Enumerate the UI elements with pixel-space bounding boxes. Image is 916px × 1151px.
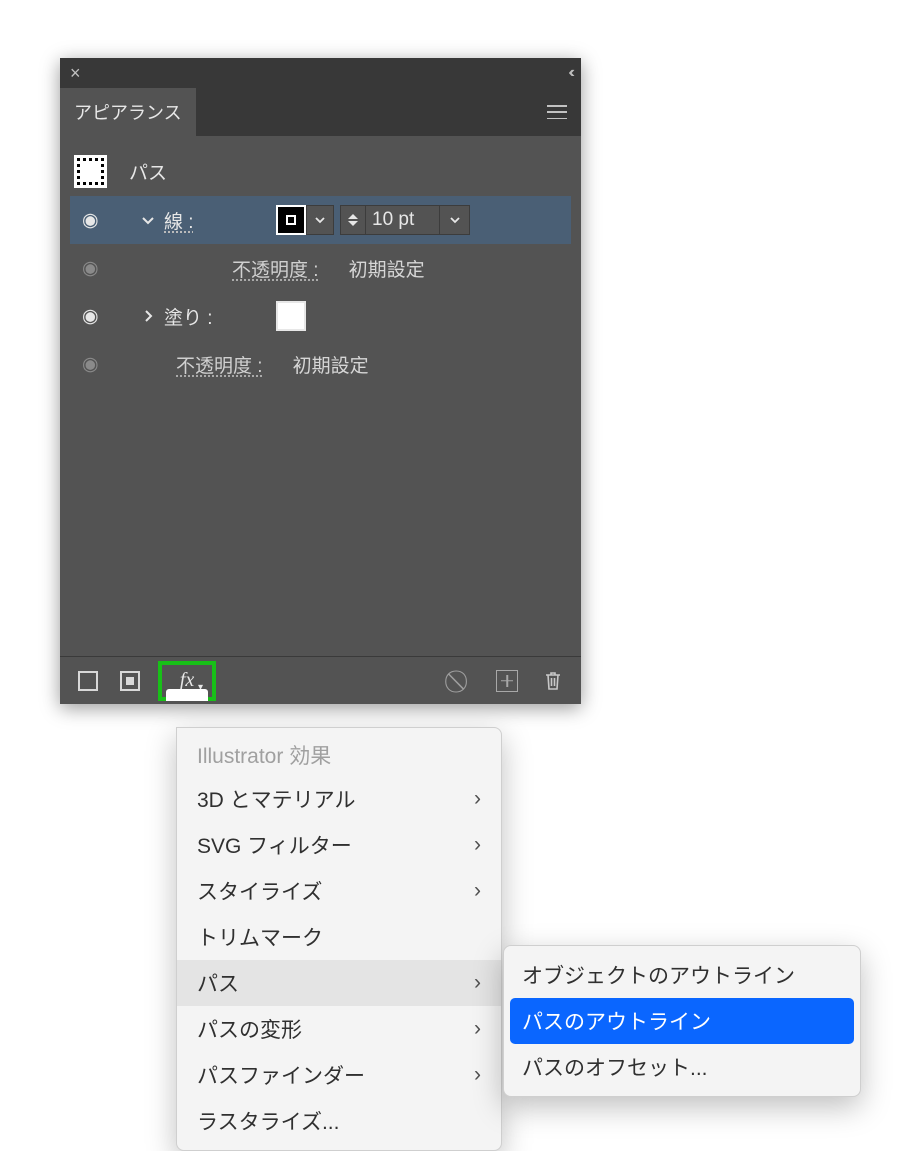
stroke-color-dropdown[interactable] [306, 205, 334, 235]
panel-menu-button[interactable] [533, 88, 581, 136]
stroke-row[interactable]: ◉ 線 : 10 pt [70, 196, 571, 244]
delete-icon[interactable] [539, 667, 567, 695]
path-thumbnail-icon [74, 155, 107, 188]
chevron-right-icon: › [474, 971, 481, 995]
close-icon[interactable]: × [70, 64, 81, 82]
menu-item-label: パスファインダー [197, 1060, 365, 1090]
hamburger-icon [547, 105, 567, 119]
submenu-item-offset-path[interactable]: パスのオフセット... [504, 1044, 860, 1090]
chevron-right-icon: › [474, 1017, 481, 1041]
submenu-item-label: パスのオフセット... [522, 1057, 708, 1080]
menu-item-path[interactable]: パス › [177, 960, 501, 1006]
panel-topbar: × ‹‹ [60, 58, 581, 88]
panel-tabbar: アピアランス [60, 88, 581, 136]
chevron-right-icon: › [474, 833, 481, 857]
stroke-color-swatch[interactable] [276, 205, 306, 235]
opacity-label[interactable]: 不透明度 : [176, 351, 263, 378]
add-effect-button[interactable]: fx▾ [158, 661, 216, 701]
chevron-right-icon: › [474, 787, 481, 811]
tab-appearance[interactable]: アピアランス [60, 88, 196, 136]
clear-appearance-icon[interactable]: ⃠ [447, 667, 475, 695]
fill-color-swatch[interactable] [276, 301, 306, 331]
stroke-label[interactable]: 線 : [164, 212, 194, 233]
new-fill-icon[interactable] [116, 667, 144, 695]
stroke-weight-field[interactable]: 10 pt [366, 205, 440, 235]
menu-item-trim-marks[interactable]: トリムマーク [177, 914, 501, 960]
opacity-value: 初期設定 [349, 255, 425, 282]
stroke-opacity-row: ◉ 不透明度 : 初期設定 [70, 244, 571, 292]
submenu-item-label: パスのアウトライン [522, 1011, 711, 1034]
effects-menu[interactable]: Illustrator 効果 3D とマテリアル › SVG フィルター › ス… [176, 727, 502, 1151]
menu-item-label: スタイライズ [197, 876, 322, 906]
opacity-value: 初期設定 [293, 351, 369, 378]
menu-item-label: パス [197, 968, 239, 998]
title-row: パス [70, 146, 571, 196]
menu-item-label: トリムマーク [197, 922, 323, 952]
submenu-item-object-outline[interactable]: オブジェクトのアウトライン [504, 952, 860, 998]
fill-row[interactable]: ◉ 塗り : [70, 292, 571, 340]
collapse-icon[interactable]: ‹‹ [568, 65, 571, 81]
visibility-toggle-icon[interactable]: ◉ [82, 305, 99, 328]
menu-item-distort[interactable]: パスの変形 › [177, 1006, 501, 1052]
menu-item-label: 3D とマテリアル [197, 784, 355, 814]
menu-item-pathfinder[interactable]: パスファインダー › [177, 1052, 501, 1098]
chevron-right-icon: › [474, 879, 481, 903]
visibility-toggle-icon[interactable]: ◉ [82, 209, 99, 232]
submenu-item-label: オブジェクトのアウトライン [522, 965, 795, 988]
menu-item-label: パスの変形 [197, 1014, 302, 1044]
object-type-label: パス [129, 158, 167, 185]
menu-item-svg-filter[interactable]: SVG フィルター › [177, 822, 501, 868]
menu-header: Illustrator 効果 [177, 734, 501, 776]
appearance-panel: × ‹‹ アピアランス パス ◉ 線 : [60, 58, 581, 704]
panel-empty-area [70, 388, 571, 656]
menu-item-stylize[interactable]: スタイライズ › [177, 868, 501, 914]
duplicate-icon[interactable] [493, 667, 521, 695]
disclosure-toggle[interactable] [132, 213, 164, 227]
menu-item-rasterize[interactable]: ラスタライズ... [177, 1098, 501, 1144]
visibility-toggle-icon[interactable]: ◉ [82, 353, 99, 376]
submenu-item-outline-stroke[interactable]: パスのアウトライン [510, 998, 854, 1044]
fill-opacity-row: ◉ 不透明度 : 初期設定 [70, 340, 571, 388]
stroke-weight-dropdown[interactable] [440, 205, 470, 235]
chevron-right-icon: › [474, 1063, 481, 1087]
disclosure-toggle[interactable] [132, 309, 164, 323]
opacity-label[interactable]: 不透明度 : [232, 255, 319, 282]
stroke-weight-stepper[interactable] [340, 205, 366, 235]
new-stroke-icon[interactable] [74, 667, 102, 695]
menu-item-3d[interactable]: 3D とマテリアル › [177, 776, 501, 822]
panel-body: パス ◉ 線 : 10 pt [60, 136, 581, 656]
visibility-toggle-icon[interactable]: ◉ [82, 257, 99, 280]
menu-item-label: SVG フィルター [197, 830, 352, 860]
fill-label: 塗り : [164, 308, 213, 329]
panel-footer: fx▾ ⃠ [60, 656, 581, 704]
path-submenu[interactable]: オブジェクトのアウトライン パスのアウトライン パスのオフセット... [503, 945, 861, 1097]
